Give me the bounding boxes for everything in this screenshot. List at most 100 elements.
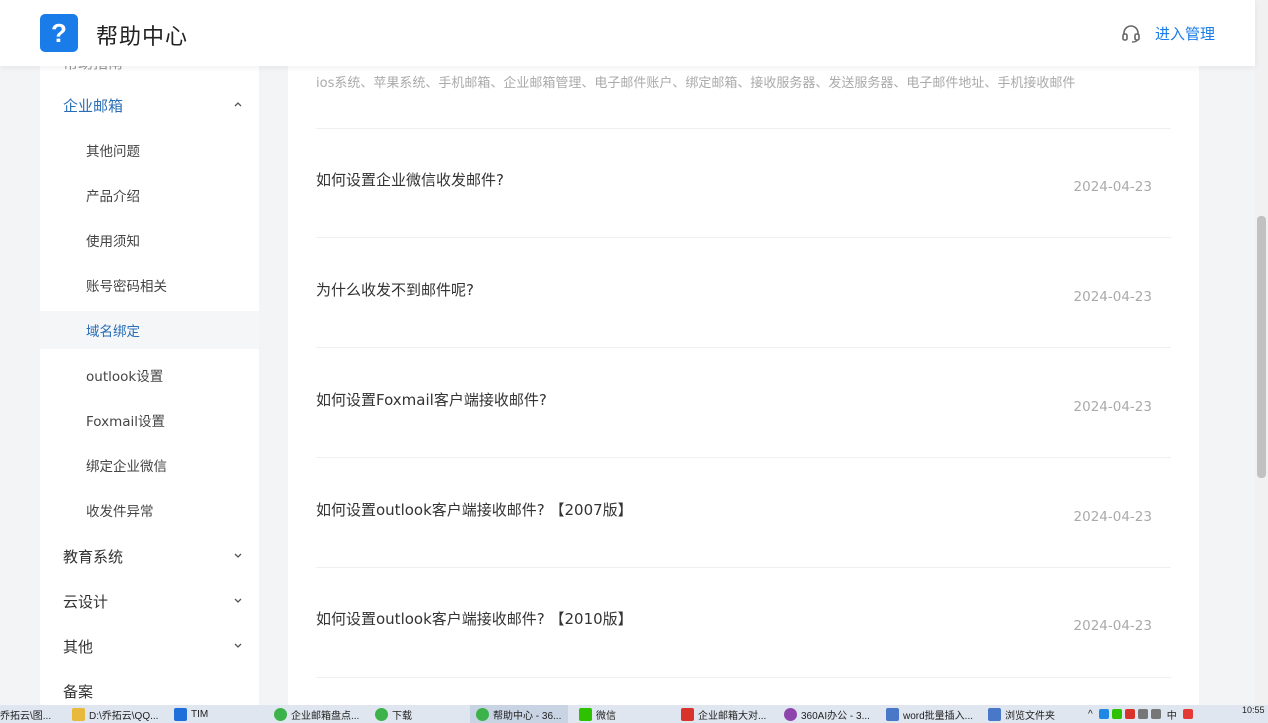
sidebar-item-label: 绑定企业微信 [86, 459, 167, 475]
sidebar-item-other-questions[interactable]: 其他问题 [40, 131, 259, 169]
taskbar-item[interactable]: 微信 [579, 705, 659, 723]
chevron-down-icon [234, 643, 242, 648]
article-date: 2024-04-23 [1073, 618, 1152, 634]
sidebar-item-label: 使用须知 [86, 234, 140, 250]
tim-icon [174, 707, 187, 721]
sidebar-item-label: 收发件异常 [86, 504, 154, 520]
taskbar-item-active[interactable]: 帮助中心 - 36... [470, 705, 568, 723]
wps-icon [681, 707, 694, 721]
sidebar-group-label: 云设计 [63, 592, 109, 611]
divider [316, 567, 1171, 568]
sidebar-group-label: 备案 [63, 682, 94, 701]
browser-icon [375, 707, 388, 721]
volume-icon[interactable] [1150, 709, 1161, 719]
article-title[interactable]: 如何设置企业微信收发邮件? [316, 169, 504, 190]
browser-icon [476, 707, 489, 721]
sidebar-item-label: Foxmail设置 [86, 414, 166, 430]
sidebar-group-label: 教育系统 [63, 547, 124, 566]
wps-tray-icon[interactable] [1124, 709, 1135, 719]
article-date: 2024-04-23 [1073, 179, 1152, 195]
network-icon[interactable] [1137, 709, 1148, 719]
sidebar-item-usage-notes[interactable]: 使用须知 [40, 221, 259, 259]
sidebar-item-label: 其他问题 [86, 144, 140, 160]
taskbar-item[interactable]: 浏览文件夹 [988, 705, 1078, 723]
taskbar-item-label: 企业邮箱大对... [698, 710, 767, 722]
sidebar-item-mail-exception[interactable]: 收发件异常 [40, 491, 259, 529]
sidebar-group-other[interactable]: 其他 [40, 627, 259, 665]
sidebar-group-education[interactable]: 教育系统 [40, 537, 259, 575]
taskbar-item[interactable]: D:\乔拓云\QQ... [72, 705, 162, 723]
article-title[interactable]: 如何设置Foxmail客户端接收邮件? [316, 389, 547, 410]
sidebar-group-filing[interactable]: 备案 [40, 672, 259, 705]
sidebar-group-enterprise-mail[interactable]: 企业邮箱 [40, 86, 259, 124]
taskbar-item-label: D:\乔拓云\QQ... [89, 710, 159, 722]
chevron-up-icon[interactable]: ^ [1088, 709, 1093, 720]
sidebar-item-account-password[interactable]: 账号密码相关 [40, 266, 259, 304]
taskbar-item[interactable]: 乔拓云\图... [0, 705, 58, 723]
wechat-icon [579, 707, 592, 721]
sidebar-item-domain-binding[interactable]: 域名绑定 [40, 311, 259, 349]
taskbar-item[interactable]: 360AI办公 - 3... [784, 705, 879, 723]
sidebar-item-product-intro[interactable]: 产品介绍 [40, 176, 259, 214]
sidebar-item-label: 域名绑定 [86, 324, 140, 340]
wechat-tray-icon[interactable] [1111, 709, 1122, 719]
folder-icon [72, 707, 85, 721]
chevron-down-icon [234, 598, 242, 603]
taskbar-item[interactable]: 企业邮箱盘点... [274, 705, 366, 723]
divider [316, 347, 1171, 348]
top-header: ? 帮助中心 进入管理 [0, 0, 1255, 66]
tray-app-icon[interactable] [1098, 709, 1109, 719]
help-logo-icon[interactable]: ? [40, 14, 78, 52]
taskbar-item-label: 企业邮箱盘点... [291, 710, 360, 722]
taskbar-item-label: 浏览文件夹 [1005, 710, 1055, 722]
headset-icon[interactable] [1121, 24, 1141, 44]
article-date: 2024-04-23 [1073, 289, 1152, 305]
taskbar-item-label: 微信 [596, 710, 616, 722]
sidebar-group-label: 其他 [63, 637, 94, 656]
divider [316, 237, 1171, 238]
sidebar-item-label: 账号密码相关 [86, 279, 167, 295]
sidebar-item-label: 产品介绍 [86, 189, 140, 205]
article-title[interactable]: 如何设置outlook客户端接收邮件? 【2007版】 [316, 499, 633, 520]
system-clock[interactable]: 10:55 [1242, 705, 1265, 715]
brand-title[interactable]: 帮助中心 [96, 19, 188, 51]
taskbar-item[interactable]: 下载 [375, 705, 455, 723]
sidebar-item-foxmail-settings[interactable]: Foxmail设置 [40, 401, 259, 439]
page-scrollbar-thumb[interactable] [1257, 216, 1266, 478]
taskbar-item-label: 360AI办公 - 3... [801, 710, 870, 722]
article-keywords: ios系统、苹果系统、手机邮箱、企业邮箱管理、电子邮件账户、绑定邮箱、接收服务器… [316, 76, 1076, 91]
article-list-panel: ios系统、苹果系统、手机邮箱、企业邮箱管理、电子邮件账户、绑定邮箱、接收服务器… [288, 40, 1199, 705]
taskbar-item-label: 下载 [392, 710, 412, 722]
sidebar-item-bind-wecom[interactable]: 绑定企业微信 [40, 446, 259, 484]
taskbar-item-label: 帮助中心 - 36... [493, 710, 562, 722]
article-title[interactable]: 如何设置outlook客户端接收邮件? 【2010版】 [316, 608, 633, 629]
taskbar-item-label: TIM [191, 708, 209, 720]
taskbar-item[interactable]: word批量插入... [886, 705, 981, 723]
taskbar-item[interactable]: 企业邮箱大对... [681, 705, 776, 723]
sidebar-group-label: 企业邮箱 [63, 96, 124, 115]
divider [316, 457, 1171, 458]
article-title[interactable]: 为什么收发不到邮件呢? [316, 279, 474, 300]
sidebar-group-cloud-design[interactable]: 云设计 [40, 582, 259, 620]
sidebar: 帮助指南 企业邮箱 其他问题 产品介绍 使用须知 账号密码相关 域名绑定 out… [40, 40, 259, 705]
chevron-down-icon [234, 553, 242, 558]
system-tray: ^ 中 [1088, 705, 1197, 723]
browser-icon [274, 707, 287, 721]
sidebar-item-label: outlook设置 [86, 369, 164, 385]
ime-indicator[interactable]: 中 [1167, 707, 1177, 722]
divider [316, 677, 1171, 678]
360ai-icon [784, 707, 797, 721]
windows-taskbar: 乔拓云\图... D:\乔拓云\QQ... TIM 企业邮箱盘点... 下载 帮… [0, 705, 1268, 723]
chevron-up-icon [234, 102, 242, 107]
article-date: 2024-04-23 [1073, 399, 1152, 415]
sogou-ime-icon[interactable] [1182, 709, 1193, 719]
sidebar-item-outlook-settings[interactable]: outlook设置 [40, 356, 259, 394]
folder-browse-icon [988, 707, 1001, 721]
enter-management-link[interactable]: 进入管理 [1155, 23, 1215, 44]
divider [316, 128, 1171, 129]
taskbar-item-label: word批量插入... [903, 710, 974, 722]
taskbar-item-label: 乔拓云\图... [0, 710, 52, 722]
app-icon [886, 707, 899, 721]
article-date: 2024-04-23 [1073, 509, 1152, 525]
taskbar-item[interactable]: TIM [174, 705, 234, 723]
